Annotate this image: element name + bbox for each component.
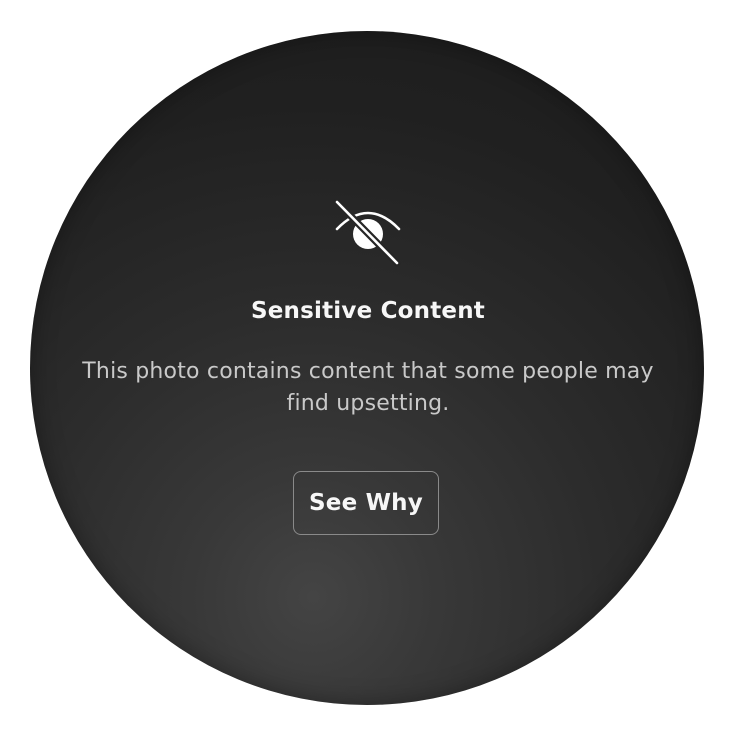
see-why-button[interactable]: See Why [293, 471, 439, 535]
eye-slash-icon [331, 199, 405, 267]
sensitive-content-title: Sensitive Content [250, 298, 485, 324]
page: Sensitive Content This photo contains co… [0, 0, 736, 736]
sensitive-content-message: This photo contains content that some pe… [82, 359, 654, 416]
